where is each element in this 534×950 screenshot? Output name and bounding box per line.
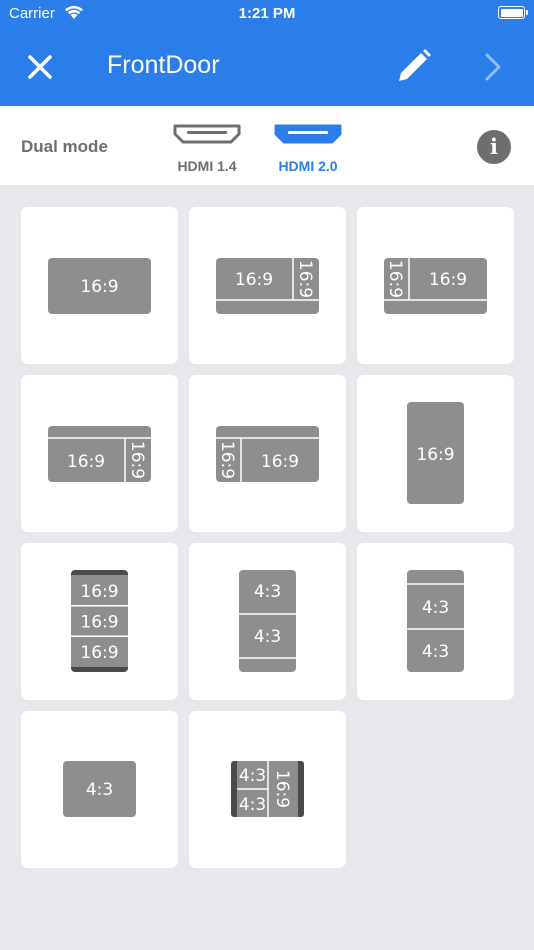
chevron-right-icon xyxy=(485,53,501,81)
hdmi-1-4-option[interactable]: HDMI 1.4 xyxy=(167,121,247,181)
layout-tile-quad-mixed[interactable]: 4:3 4:3 16:9 xyxy=(189,711,346,868)
layout-tile-portrait-16-9[interactable]: 16:9 xyxy=(357,375,514,532)
hdmi-2-0-option[interactable]: HDMI 2.0 xyxy=(268,121,348,181)
layout-ratio-label: 16:9 xyxy=(295,260,315,298)
hdmi-port-icon xyxy=(274,124,342,144)
layout-ratio-label: 16:9 xyxy=(80,613,118,633)
layout-ratio-label: 16:9 xyxy=(272,770,292,808)
hdmi-1-4-label: HDMI 1.4 xyxy=(177,158,237,174)
close-button[interactable] xyxy=(22,49,58,85)
layout-ratio-label: 16:9 xyxy=(127,441,147,479)
layout-ratio-label: 16:9 xyxy=(416,445,454,465)
status-bar: Carrier 1:21 PM xyxy=(0,0,534,27)
layout-ratio-label: 16:9 xyxy=(385,260,405,298)
layout-ratio-label: 16:9 xyxy=(67,452,105,472)
layout-tile-split-main-left[interactable]: 16:9 16:9 xyxy=(357,207,514,364)
edit-pencil-icon xyxy=(399,49,431,81)
layout-tile-split-main-right[interactable]: 16:9 16:9 xyxy=(189,207,346,364)
layout-ratio-label: 16:9 xyxy=(261,452,299,472)
layout-ratio-label: 4:3 xyxy=(86,780,113,800)
mode-label: Dual mode xyxy=(21,137,108,156)
layout-ratio-label: 16:9 xyxy=(429,270,467,290)
layout-tile-dual-4-3-bottom[interactable]: 4:3 4:3 xyxy=(357,543,514,700)
mode-bar: Dual mode HDMI 1.4 HDMI 2.0 i xyxy=(0,106,534,185)
layout-ratio-label: 4:3 xyxy=(422,642,449,662)
layout-ratio-label: 16:9 xyxy=(80,643,118,663)
layout-tile-split-bottom-right[interactable]: 16:9 16:9 xyxy=(21,375,178,532)
nav-bar: FrontDoor xyxy=(0,27,534,106)
layout-ratio-label: 4:3 xyxy=(254,627,281,647)
page-title: FrontDoor xyxy=(107,51,220,79)
close-icon xyxy=(28,55,52,79)
layout-tile-split-bottom-left[interactable]: 16:9 16:9 xyxy=(189,375,346,532)
hdmi-port-icon xyxy=(173,124,241,144)
battery-icon xyxy=(498,6,528,19)
layout-ratio-label: 16:9 xyxy=(235,270,273,290)
hdmi-2-0-label: HDMI 2.0 xyxy=(278,158,338,174)
layout-tile-dual-4-3-top[interactable]: 4:3 4:3 xyxy=(189,543,346,700)
layout-tile-single-4-3[interactable]: 4:3 xyxy=(21,711,178,868)
layout-ratio-label: 4:3 xyxy=(239,766,266,786)
layout-ratio-label: 4:3 xyxy=(254,582,281,602)
layout-ratio-label: 16:9 xyxy=(80,277,118,297)
edit-button[interactable] xyxy=(394,46,434,86)
layout-tile-single-16-9[interactable]: 16:9 xyxy=(21,207,178,364)
layout-ratio-label: 4:3 xyxy=(239,795,266,815)
next-button[interactable] xyxy=(478,47,508,87)
info-icon[interactable]: i xyxy=(477,130,511,164)
layout-ratio-label: 16:9 xyxy=(80,582,118,602)
clock: 1:21 PM xyxy=(238,5,296,22)
layout-ratio-label: 4:3 xyxy=(422,598,449,618)
layout-ratio-label: 16:9 xyxy=(217,441,237,479)
layout-tile-triple-stack[interactable]: 16:9 16:9 16:9 xyxy=(21,543,178,700)
